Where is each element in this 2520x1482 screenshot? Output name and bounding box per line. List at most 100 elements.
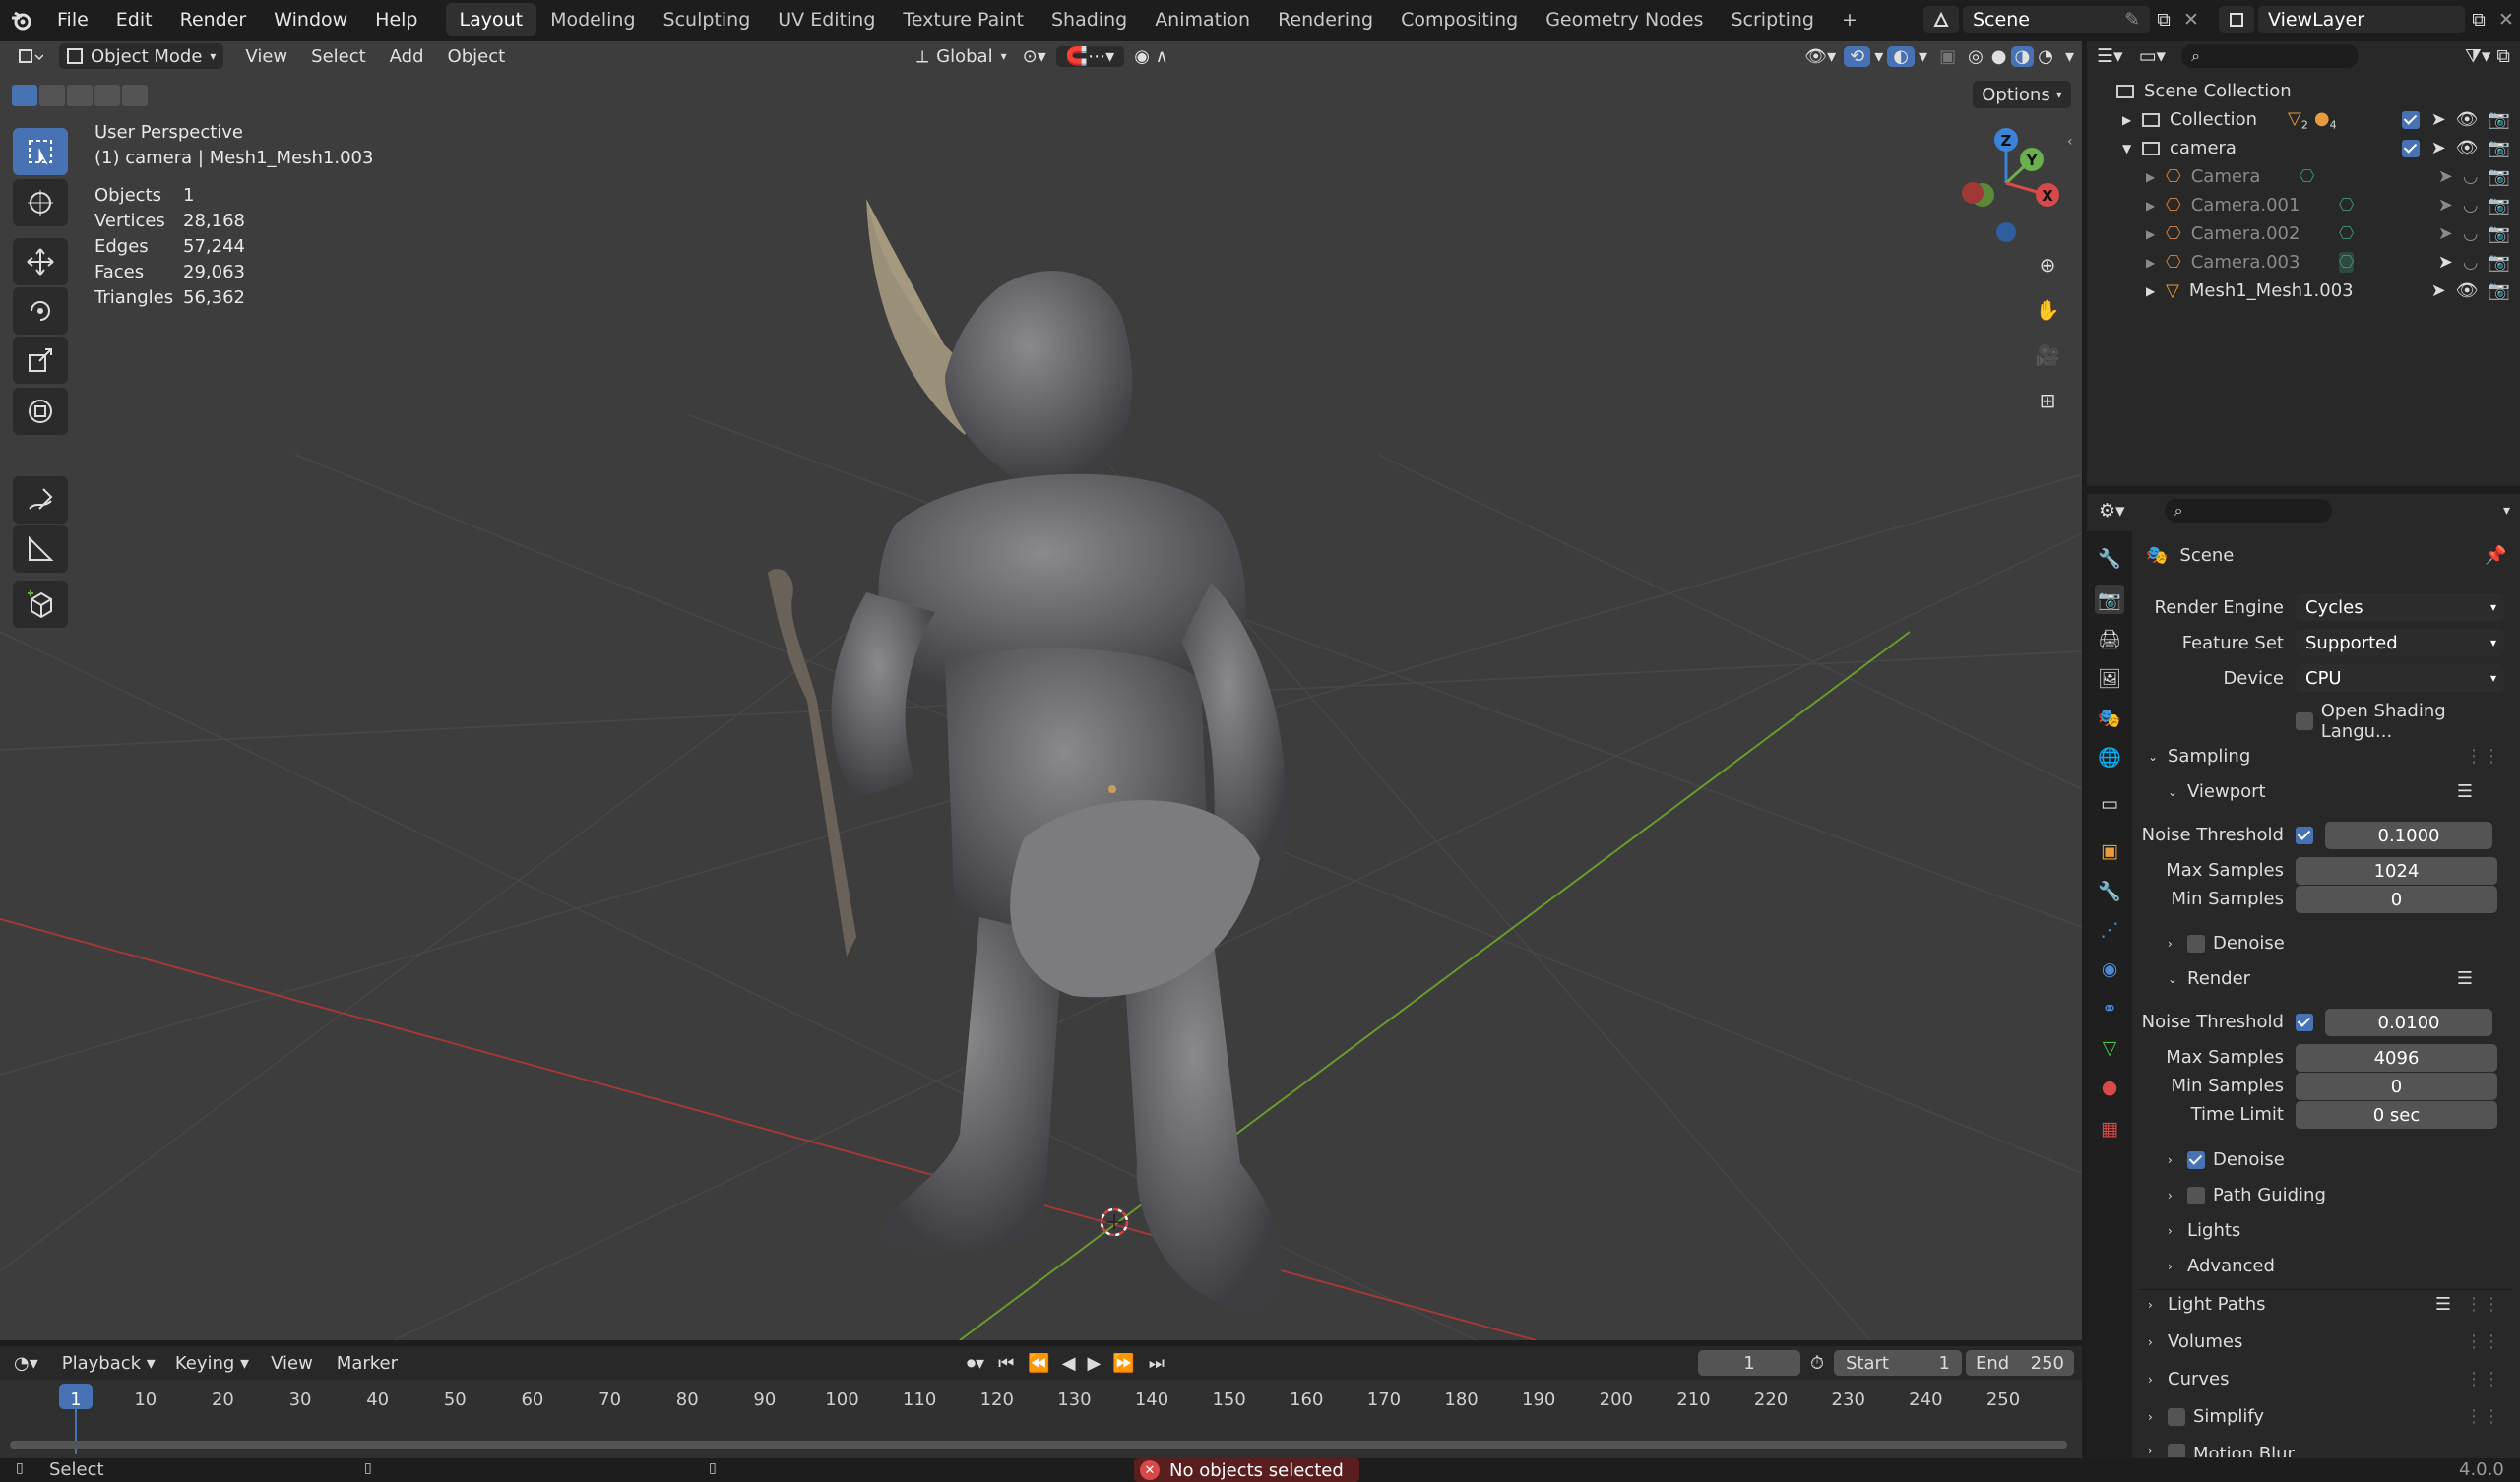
stopwatch-icon[interactable]: ⏱ <box>1800 1353 1834 1374</box>
sampling-panel-header[interactable]: ⌄ Sampling ⋮⋮ <box>2148 746 2500 767</box>
tab-scripting[interactable]: Scripting <box>1717 3 1828 36</box>
render-icon[interactable]: 📷 <box>2488 252 2510 273</box>
xray-icon[interactable]: ▣ <box>1931 46 1964 67</box>
gizmo-toggle-icon[interactable]: ⟲ <box>1844 45 1871 67</box>
navigation-gizmo[interactable]: Z Y X <box>1939 124 2067 252</box>
particles-tab-icon[interactable]: ⋰ <box>2095 915 2124 945</box>
delete-view-layer-icon[interactable]: ✕ <box>2492 9 2520 31</box>
gizmo-neg-x-icon[interactable] <box>1962 182 1984 204</box>
eye-closed-icon[interactable]: ◡ <box>2463 223 2479 244</box>
view-layer-icon[interactable] <box>2219 6 2254 33</box>
render-icon[interactable]: 📷 <box>2488 223 2510 244</box>
end-frame-field[interactable]: End 250 <box>1966 1350 2074 1376</box>
simplify-panel-header[interactable]: › Simplify ⋮⋮ <box>2148 1406 2500 1427</box>
scale-tool[interactable] <box>13 337 68 384</box>
drag-handle-icon[interactable]: ⋮⋮ <box>2465 1294 2500 1315</box>
zoom-icon[interactable]: ⊕ <box>2031 248 2064 281</box>
selectable-icon[interactable]: ➤ <box>2438 195 2453 216</box>
physics-tab-icon[interactable]: ◉ <box>2095 955 2124 984</box>
selectable-icon[interactable]: ➤ <box>2438 166 2453 187</box>
osl-checkbox[interactable]: Open Shading Langu... <box>2296 701 2520 742</box>
tab-modeling[interactable]: Modeling <box>536 3 649 36</box>
transform-tool[interactable] <box>13 388 68 435</box>
timeline-scrollbar[interactable] <box>10 1441 2067 1449</box>
scene-icon[interactable] <box>1923 6 1959 33</box>
menu-help[interactable]: Help <box>361 0 431 39</box>
expand-arrow-icon[interactable]: ▶ <box>2146 227 2166 241</box>
render-noise-threshold-field[interactable]: 0.0100 <box>2325 1009 2492 1036</box>
tool-tab-icon[interactable]: 🔧 <box>2095 543 2124 573</box>
selectable-icon[interactable]: ➤ <box>2438 223 2453 244</box>
cursor-tool[interactable] <box>13 179 68 226</box>
menu-edit[interactable]: Edit <box>102 0 166 39</box>
motion-blur-panel-header[interactable]: › Motion Blur <box>2148 1444 2500 1457</box>
eye-icon[interactable]: 👁 <box>2456 280 2479 301</box>
drag-handle-icon[interactable]: ⋮⋮ <box>2465 1406 2500 1427</box>
expand-arrow-icon[interactable]: ▶ <box>2146 256 2166 270</box>
select-invert-icon[interactable] <box>94 85 120 106</box>
collapse-arrow-icon[interactable]: ▼ <box>2122 142 2142 155</box>
noise-threshold-checkbox[interactable] <box>2296 827 2313 844</box>
outliner-editor-icon[interactable]: ☰▾ <box>2097 45 2123 67</box>
outliner-row-mesh[interactable]: ▶ ▽ Mesh1_Mesh1.003 ➤ 👁 📷 <box>2087 277 2520 305</box>
viewport-max-samples-field[interactable]: 1024 <box>2296 857 2497 885</box>
blender-logo-icon[interactable] <box>0 9 43 31</box>
add-cube-tool[interactable] <box>13 581 68 628</box>
overlay-toggle-icon[interactable]: ◐ <box>1887 45 1916 67</box>
render-icon[interactable]: 📷 <box>2488 109 2510 130</box>
expand-arrow-icon[interactable]: ▶ <box>2122 113 2142 127</box>
ortho-toggle-icon[interactable]: ⊞ <box>2031 384 2064 417</box>
new-scene-icon[interactable]: ⧉ <box>2150 9 2177 31</box>
delete-scene-icon[interactable]: ✕ <box>2177 9 2205 31</box>
volumes-panel-header[interactable]: › Volumes ⋮⋮ <box>2148 1331 2500 1352</box>
pivot-icon[interactable]: ⊙▾ <box>1013 46 1056 67</box>
properties-search-input[interactable]: ⌕ <box>2164 499 2332 523</box>
rotate-tool[interactable] <box>13 287 68 335</box>
selectable-icon[interactable]: ➤ <box>2438 252 2453 273</box>
select-intersect-icon[interactable] <box>122 85 148 106</box>
viewport-menu-object[interactable]: Object <box>436 46 518 67</box>
next-keyframe-icon[interactable]: ⏩ <box>1106 1353 1140 1374</box>
lights-subpanel[interactable]: › Lights <box>2168 1220 2240 1241</box>
select-extend-icon[interactable] <box>39 85 65 106</box>
menu-render[interactable]: Render <box>166 0 261 39</box>
scene-tab-icon[interactable]: 🎭 <box>2095 703 2124 732</box>
denoise-checkbox[interactable] <box>2187 934 2205 953</box>
properties-editor-icon[interactable]: ⚙▾ <box>2099 500 2125 522</box>
scene-selector[interactable]: Scene ✎ <box>1963 6 2150 33</box>
orientation-selector[interactable]: ⟂ Global ▾ <box>911 46 1012 67</box>
tab-texture-paint[interactable]: Texture Paint <box>889 3 1038 36</box>
render-icon[interactable]: 📷 <box>2488 138 2510 158</box>
start-frame-field[interactable]: Start 1 <box>1834 1350 1962 1376</box>
expand-arrow-icon[interactable]: ▶ <box>2146 284 2166 298</box>
record-button[interactable]: ⏺▾ <box>961 1353 990 1374</box>
curves-panel-header[interactable]: › Curves ⋮⋮ <box>2148 1369 2500 1389</box>
tab-animation[interactable]: Animation <box>1141 3 1264 36</box>
snap-icon[interactable]: 🧲⋯▾ <box>1055 45 1125 67</box>
expand-arrow-icon[interactable]: ▶ <box>2146 199 2166 213</box>
select-new-icon[interactable] <box>12 85 37 106</box>
mode-selector[interactable]: Object Mode ▾ <box>59 43 224 69</box>
selectable-icon[interactable]: ➤ <box>2431 138 2446 158</box>
play-reverse-icon[interactable]: ◀ <box>1056 1353 1082 1374</box>
presets-icon[interactable]: ☰ <box>2457 781 2473 802</box>
3d-viewport[interactable]: Object Mode ▾ View Select Add Object ⟂ G… <box>0 41 2082 1340</box>
viewport-menu-select[interactable]: Select <box>299 46 378 67</box>
filter-icon[interactable]: ⧩▾ <box>2465 45 2491 67</box>
new-view-layer-icon[interactable]: ⧉ <box>2465 9 2492 31</box>
selectable-icon[interactable]: ➤ <box>2431 280 2446 301</box>
exclude-checkbox[interactable] <box>2401 110 2420 129</box>
selectable-icon[interactable]: ➤ <box>2431 109 2446 130</box>
tab-geometry-nodes[interactable]: Geometry Nodes <box>1532 3 1717 36</box>
render-icon[interactable]: 📷 <box>2488 280 2510 301</box>
options-button[interactable]: Options ▾ <box>1973 81 2071 108</box>
feature-set-dropdown[interactable]: Supported ▾ <box>2296 629 2504 656</box>
timeline-view-menu[interactable]: View <box>259 1353 325 1374</box>
eye-closed-icon[interactable]: ◡ <box>2463 195 2479 216</box>
visibility-icon[interactable]: 👁▾ <box>1796 46 1844 67</box>
keying-menu[interactable]: Keying ▾ <box>165 1353 259 1374</box>
noise-threshold-checkbox[interactable] <box>2296 1014 2313 1031</box>
viewport-noise-threshold-field[interactable]: 0.1000 <box>2325 822 2492 849</box>
viewport-denoise-subpanel[interactable]: › Denoise <box>2168 933 2285 954</box>
tab-sculpting[interactable]: Sculpting <box>650 3 765 36</box>
